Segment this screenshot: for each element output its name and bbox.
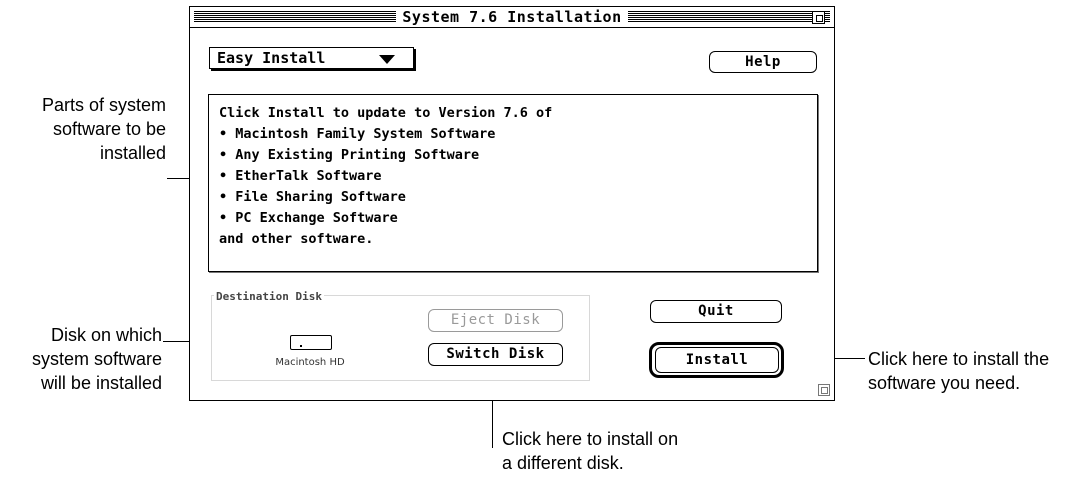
destination-disk-group bbox=[211, 295, 590, 381]
annotation-install: Click here to install the software you n… bbox=[868, 347, 1081, 395]
info-line: • Any Existing Printing Software bbox=[219, 147, 480, 163]
disk-name: Macintosh HD bbox=[275, 357, 345, 368]
info-line: • File Sharing Software bbox=[219, 189, 406, 205]
annotation-line: software you need. bbox=[868, 373, 1021, 393]
info-line: • PC Exchange Software bbox=[219, 210, 398, 226]
annotation-line: Disk on which bbox=[50, 325, 162, 345]
annotation-line: installed bbox=[99, 143, 166, 163]
window-title: System 7.6 Installation bbox=[396, 8, 628, 26]
annotation-line: Parts of system bbox=[41, 95, 166, 115]
annotation-line: software to be bbox=[52, 119, 166, 139]
help-button[interactable]: Help bbox=[709, 51, 817, 73]
annotation-line: Click here to install the bbox=[868, 349, 1050, 369]
quit-button[interactable]: Quit bbox=[650, 300, 782, 323]
destination-disk-title: Destination Disk bbox=[214, 290, 324, 303]
info-line: • Macintosh Family System Software bbox=[219, 126, 496, 142]
annotation-parts: Parts of system software to be installed bbox=[0, 93, 166, 165]
install-type-label: Easy Install bbox=[217, 49, 326, 67]
zoom-box-icon[interactable] bbox=[812, 11, 825, 24]
hard-disk-icon[interactable] bbox=[290, 335, 332, 350]
switch-disk-button[interactable]: Switch Disk bbox=[428, 343, 563, 366]
annotation-disk: Disk on which system software will be in… bbox=[0, 323, 162, 395]
installer-window: System 7.6 Installation Easy Install Hel… bbox=[189, 6, 835, 401]
install-type-popup[interactable]: Easy Install bbox=[209, 47, 414, 69]
resize-box-icon[interactable] bbox=[818, 384, 830, 396]
install-info-text: Click Install to update to Version 7.6 o… bbox=[208, 94, 818, 272]
install-button[interactable]: Install bbox=[655, 347, 779, 373]
info-line: • EtherTalk Software bbox=[219, 168, 382, 184]
title-bar[interactable]: System 7.6 Installation bbox=[190, 7, 834, 28]
annotation-line: will be installed bbox=[40, 373, 162, 393]
annotation-switch: Click here to install on a different dis… bbox=[502, 427, 762, 475]
dropdown-arrow-icon bbox=[379, 55, 395, 64]
annotation-line: system software bbox=[31, 349, 162, 369]
info-line: Click Install to update to Version 7.6 o… bbox=[219, 105, 553, 121]
annotation-line: a different disk. bbox=[502, 453, 624, 473]
eject-disk-button[interactable]: Eject Disk bbox=[428, 309, 563, 332]
info-line: and other software. bbox=[219, 231, 374, 247]
annotation-line: Click here to install on bbox=[502, 429, 679, 449]
